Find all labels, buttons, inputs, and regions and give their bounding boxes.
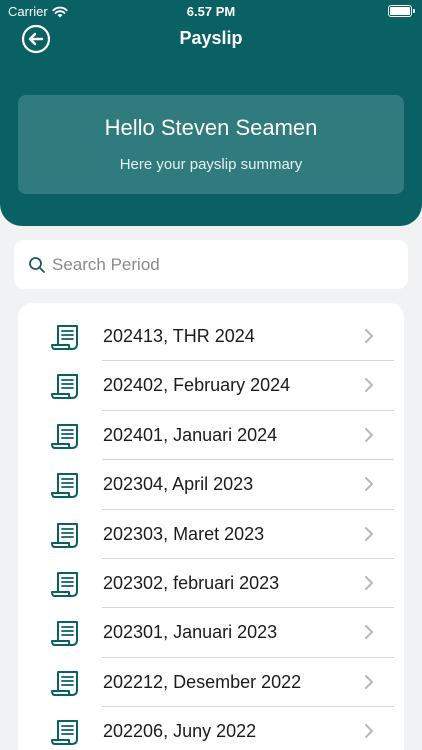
receipt-icon xyxy=(50,323,80,351)
receipt-icon xyxy=(50,570,80,598)
receipt-icon xyxy=(50,669,80,697)
payslip-row[interactable]: 202401, Januari 2024 xyxy=(18,411,404,461)
header: Carrier 6.57 PM Payslip Hello Steven Sea… xyxy=(0,0,422,226)
payslip-row[interactable]: 202402, February 2024 xyxy=(18,361,404,411)
payslip-row[interactable]: 202413, THR 2024 xyxy=(18,312,404,362)
payslip-row[interactable]: 202301, Januari 2023 xyxy=(18,608,404,658)
chevron-right-icon xyxy=(364,575,374,591)
receipt-icon xyxy=(50,422,80,450)
payslip-period-label: 202413, THR 2024 xyxy=(103,326,255,346)
payslip-period-label: 202206, Juny 2022 xyxy=(103,721,257,742)
search-icon xyxy=(29,257,45,273)
payslip-row[interactable]: 202302, februari 2023 xyxy=(18,559,404,609)
payslip-period-label: 202401, Januari 2024 xyxy=(103,424,278,445)
payslip-list: 202413, THR 2024 202402, February 2024 202… xyxy=(18,303,404,750)
search-bar xyxy=(14,240,408,289)
payslip-period-label: 202303, Maret 2023 xyxy=(103,523,265,544)
payslip-period-label: 202304, April 2023 xyxy=(103,474,254,495)
receipt-icon xyxy=(50,619,80,647)
payslip-period-label: 202402, February 2024 xyxy=(103,375,291,396)
payslip-row[interactable]: 202212, Desember 2022 xyxy=(18,658,404,708)
payslip-row[interactable]: 202304, April 2023 xyxy=(18,460,404,510)
payslip-row[interactable]: 202206, Juny 2022 xyxy=(18,707,404,750)
greeting-card: Hello Steven Seamen Here your payslip su… xyxy=(18,95,404,194)
receipt-icon xyxy=(50,521,80,549)
payslip-period-label: 202212, Desember 2022 xyxy=(103,671,302,692)
status-time: 6.57 PM xyxy=(186,4,236,19)
payslip-period-label: 202302, februari 2023 xyxy=(103,573,280,593)
chevron-right-icon xyxy=(364,377,374,393)
receipt-icon xyxy=(50,718,80,746)
chevron-right-icon xyxy=(364,476,374,492)
chevron-right-icon xyxy=(364,526,374,542)
chevron-right-icon xyxy=(364,427,374,443)
receipt-icon xyxy=(50,372,80,400)
chevron-right-icon xyxy=(364,624,374,640)
payslip-period-label: 202301, Januari 2023 xyxy=(103,622,278,643)
receipt-icon xyxy=(50,471,80,499)
chevron-right-icon xyxy=(364,674,374,690)
chevron-right-icon xyxy=(364,723,374,739)
payslip-row[interactable]: 202303, Maret 2023 xyxy=(18,510,404,559)
greeting-subtitle: Here your payslip summary xyxy=(119,156,303,173)
chevron-right-icon xyxy=(364,328,374,344)
battery-icon xyxy=(388,5,415,17)
search-input[interactable] xyxy=(52,240,392,289)
greeting-title: Hello Steven Seamen xyxy=(104,115,318,140)
status-bar: Carrier 6.57 PM xyxy=(0,0,422,24)
page-title: Payslip xyxy=(179,28,243,48)
